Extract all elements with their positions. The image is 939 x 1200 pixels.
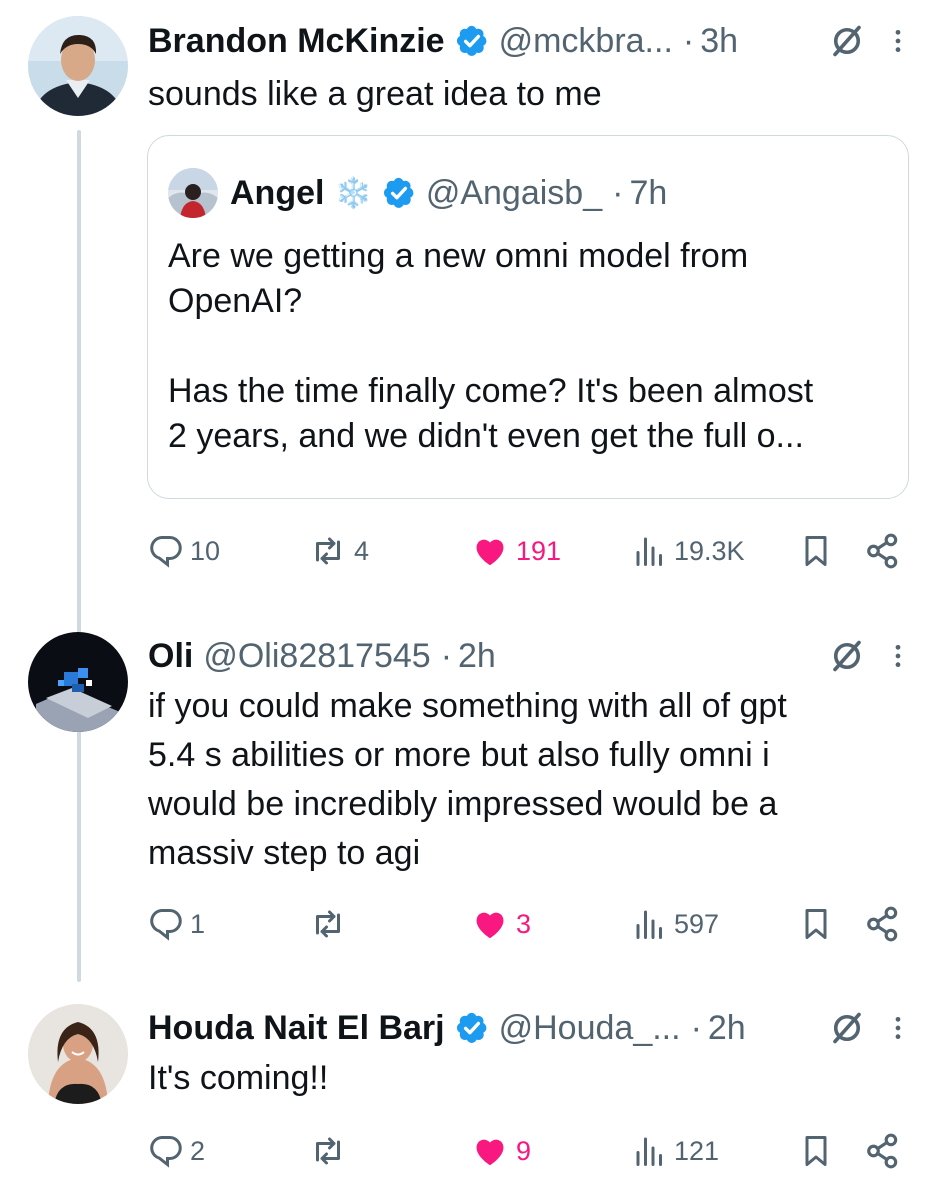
verified-badge-icon	[382, 176, 416, 210]
post-time[interactable]: 2h	[458, 637, 496, 676]
verified-badge-icon	[454, 1011, 489, 1045]
post-header: Brandon McKinzie @mckbra... · 3h	[148, 16, 911, 66]
repost-count: 4	[354, 535, 370, 566]
bookmark-icon	[798, 905, 834, 943]
avatar[interactable]	[28, 16, 128, 116]
bookmark-button[interactable]	[798, 899, 840, 949]
share-icon	[864, 905, 902, 943]
user-handle[interactable]: @Houda_...	[499, 1009, 681, 1048]
share-icon	[864, 1132, 902, 1170]
action-bar: 2 9 121	[148, 1126, 918, 1176]
like-button[interactable]: 3	[470, 899, 531, 949]
like-count: 9	[516, 1135, 532, 1166]
snowflake-emoji: ❄️	[334, 176, 372, 210]
like-button[interactable]: 9	[470, 1126, 531, 1176]
like-count: 3	[516, 908, 532, 939]
separator-dot: ·	[690, 1008, 702, 1047]
repost-icon	[308, 533, 348, 569]
like-button[interactable]: 191	[470, 526, 561, 576]
reply-button[interactable]: 2	[148, 1126, 205, 1176]
user-handle[interactable]: @mckbra...	[499, 22, 673, 61]
views-count: 597	[674, 908, 720, 939]
separator-dot: ·	[612, 173, 624, 212]
views-icon	[632, 1133, 668, 1169]
post-time[interactable]: 3h	[700, 22, 738, 61]
post-time[interactable]: 2h	[708, 1009, 746, 1048]
views-button[interactable]: 121	[632, 1126, 719, 1176]
heart-icon	[470, 905, 510, 943]
action-bar: 1 3 597	[148, 899, 918, 949]
quoted-post-time[interactable]: 7h	[629, 174, 667, 213]
share-button[interactable]	[864, 899, 908, 949]
post-header: Houda Nait El Barj @Houda_... · 2h	[148, 1003, 911, 1053]
grok-icon[interactable]	[829, 23, 865, 59]
views-count: 121	[674, 1135, 720, 1166]
reply-icon	[148, 906, 184, 942]
reply-icon	[148, 533, 184, 569]
avatar[interactable]	[28, 1004, 128, 1104]
avatar[interactable]	[28, 632, 128, 732]
post-text: It's coming!!	[148, 1059, 329, 1097]
bookmark-icon	[798, 532, 834, 570]
repost-icon	[308, 906, 348, 942]
quoted-post[interactable]: Angel ❄️ @Angaisb_ · 7h Are we getting a…	[147, 135, 909, 499]
display-name[interactable]: Oli	[148, 637, 193, 676]
bookmark-icon	[798, 1132, 834, 1170]
like-count: 191	[516, 535, 562, 566]
more-icon[interactable]	[885, 640, 911, 672]
repost-button[interactable]	[308, 1126, 354, 1176]
quoted-post-text: Are we getting a new omni model from Ope…	[168, 237, 814, 455]
thread-connector	[77, 130, 81, 982]
views-icon	[632, 906, 668, 942]
reply-button[interactable]: 10	[148, 526, 220, 576]
share-button[interactable]	[864, 1126, 908, 1176]
more-icon[interactable]	[885, 1012, 911, 1044]
grok-icon[interactable]	[829, 638, 865, 674]
views-icon	[632, 533, 668, 569]
more-icon[interactable]	[885, 25, 911, 57]
display-name[interactable]: Brandon McKinzie	[148, 22, 445, 61]
reply-count: 1	[190, 908, 206, 939]
verified-badge-icon	[454, 24, 489, 58]
share-button[interactable]	[864, 526, 908, 576]
repost-button[interactable]	[308, 899, 354, 949]
display-name[interactable]: Houda Nait El Barj	[148, 1009, 445, 1048]
quoted-user-handle[interactable]: @Angaisb_	[426, 174, 602, 213]
grok-icon[interactable]	[829, 1010, 865, 1046]
post-header: Oli @Oli82817545 · 2h	[148, 631, 911, 681]
quoted-post-header: Angel ❄️ @Angaisb_ · 7h	[168, 168, 667, 218]
separator-dot: ·	[682, 21, 695, 60]
views-button[interactable]: 19.3K	[632, 526, 745, 576]
user-handle[interactable]: @Oli82817545	[203, 637, 430, 676]
heart-icon	[470, 532, 510, 570]
views-count: 19.3K	[674, 535, 745, 566]
post-text: sounds like a great idea to me	[148, 75, 602, 113]
repost-button[interactable]: 4	[308, 526, 369, 576]
share-icon	[864, 532, 902, 570]
quoted-display-name[interactable]: Angel	[230, 174, 324, 213]
separator-dot: ·	[440, 636, 453, 675]
reply-button[interactable]: 1	[148, 899, 205, 949]
heart-icon	[470, 1132, 510, 1170]
repost-icon	[308, 1133, 348, 1169]
views-button[interactable]: 597	[632, 899, 719, 949]
bookmark-button[interactable]	[798, 1126, 840, 1176]
action-bar: 10 4 191 19.3K	[148, 526, 918, 576]
reply-count: 2	[190, 1135, 206, 1166]
reply-icon	[148, 1133, 184, 1169]
post-text: if you could make something with all of …	[148, 687, 787, 872]
avatar	[168, 168, 218, 218]
reply-count: 10	[190, 535, 221, 566]
bookmark-button[interactable]	[798, 526, 840, 576]
